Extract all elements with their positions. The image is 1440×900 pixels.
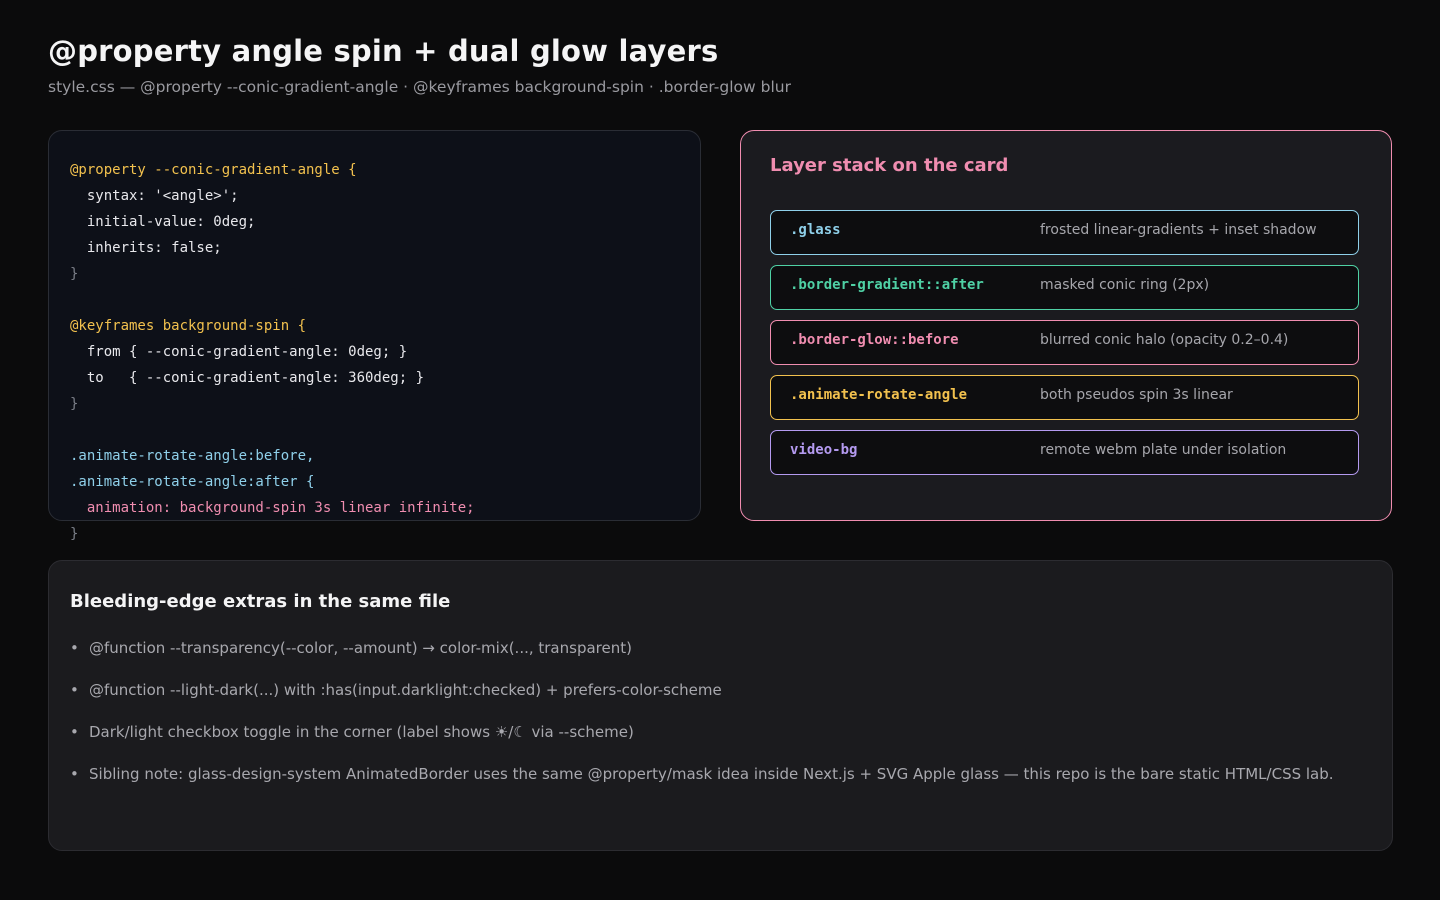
layer-name: .animate-rotate-angle <box>790 387 968 403</box>
code-line: initial-value: 0deg; <box>70 214 256 230</box>
code-line: } <box>70 526 79 542</box>
layer-row: .border-glow::before blurred conic halo (… <box>770 320 1359 365</box>
layer-name: .border-gradient::after <box>790 277 984 293</box>
code-line: @property --conic-gradient-angle { <box>70 162 357 178</box>
list-item-text: Sibling note: glass-design-system Animat… <box>89 765 1334 783</box>
layer-name: .border-glow::before <box>790 332 959 348</box>
layer-description: frosted linear-gradients + inset shadow <box>1040 222 1317 238</box>
layer-row: .border-gradient::after masked conic ring… <box>770 265 1359 310</box>
extras-list: • @function --transparency(--color, --amo… <box>70 639 1334 807</box>
layer-stack-title: Layer stack on the card <box>770 155 1009 176</box>
layer-description: masked conic ring (2px) <box>1040 277 1210 293</box>
layer-name: video-bg <box>790 442 858 458</box>
list-item: • Dark/light checkbox toggle in the corne… <box>70 723 1334 765</box>
page-title: @property angle spin + dual glow layers <box>48 34 719 68</box>
code-line: .animate-rotate-angle:before, <box>70 448 315 464</box>
code-line: } <box>70 396 79 412</box>
list-item-text: @function --light-dark(...) with :has(in… <box>89 681 722 699</box>
layer-stack-panel: Layer stack on the card .glass frosted li… <box>740 130 1392 521</box>
layer-description: remote webm plate under isolation <box>1040 442 1287 458</box>
layer-row: .glass frosted linear-gradients + inset s… <box>770 210 1359 255</box>
bullet-icon: • <box>70 639 79 657</box>
code-line: to { --conic-gradient-angle: 360deg; } <box>70 370 425 386</box>
list-item: • @function --transparency(--color, --amo… <box>70 639 1334 681</box>
code-panel: @property --conic-gradient-angle { synta… <box>48 130 701 542</box>
list-item-text: @function --transparency(--color, --amou… <box>89 639 632 657</box>
code-line: syntax: '<angle>'; <box>70 188 239 204</box>
code-line: .animate-rotate-angle:after { <box>70 474 315 490</box>
list-item-text: Dark/light checkbox toggle in the corner… <box>89 723 634 741</box>
extras-title: Bleeding-edge extras in the same file <box>70 591 451 612</box>
layer-name: .glass <box>790 222 841 238</box>
bullet-icon: • <box>70 765 79 783</box>
page-subtitle: style.css — @property --conic-gradient-a… <box>48 78 791 96</box>
code-line: inherits: false; <box>70 240 222 256</box>
extras-panel: Bleeding-edge extras in the same file • @… <box>48 560 1393 851</box>
code-line: animation: background-spin 3s linear inf… <box>70 500 475 516</box>
code-line: from { --conic-gradient-angle: 0deg; } <box>70 344 408 360</box>
code-line: @keyframes background-spin { <box>70 318 307 334</box>
code-block: @property --conic-gradient-angle { synta… <box>70 157 475 547</box>
bullet-icon: • <box>70 723 79 741</box>
code-line: } <box>70 266 79 282</box>
list-item: • Sibling note: glass-design-system Anima… <box>70 765 1334 807</box>
layer-row: video-bg remote webm plate under isolatio… <box>770 430 1359 475</box>
layer-description: both pseudos spin 3s linear <box>1040 387 1233 403</box>
layer-description: blurred conic halo (opacity 0.2–0.4) <box>1040 332 1289 348</box>
layer-row: .animate-rotate-angle both pseudos spin 3… <box>770 375 1359 420</box>
bullet-icon: • <box>70 681 79 699</box>
list-item: • @function --light-dark(...) with :has(i… <box>70 681 1334 723</box>
